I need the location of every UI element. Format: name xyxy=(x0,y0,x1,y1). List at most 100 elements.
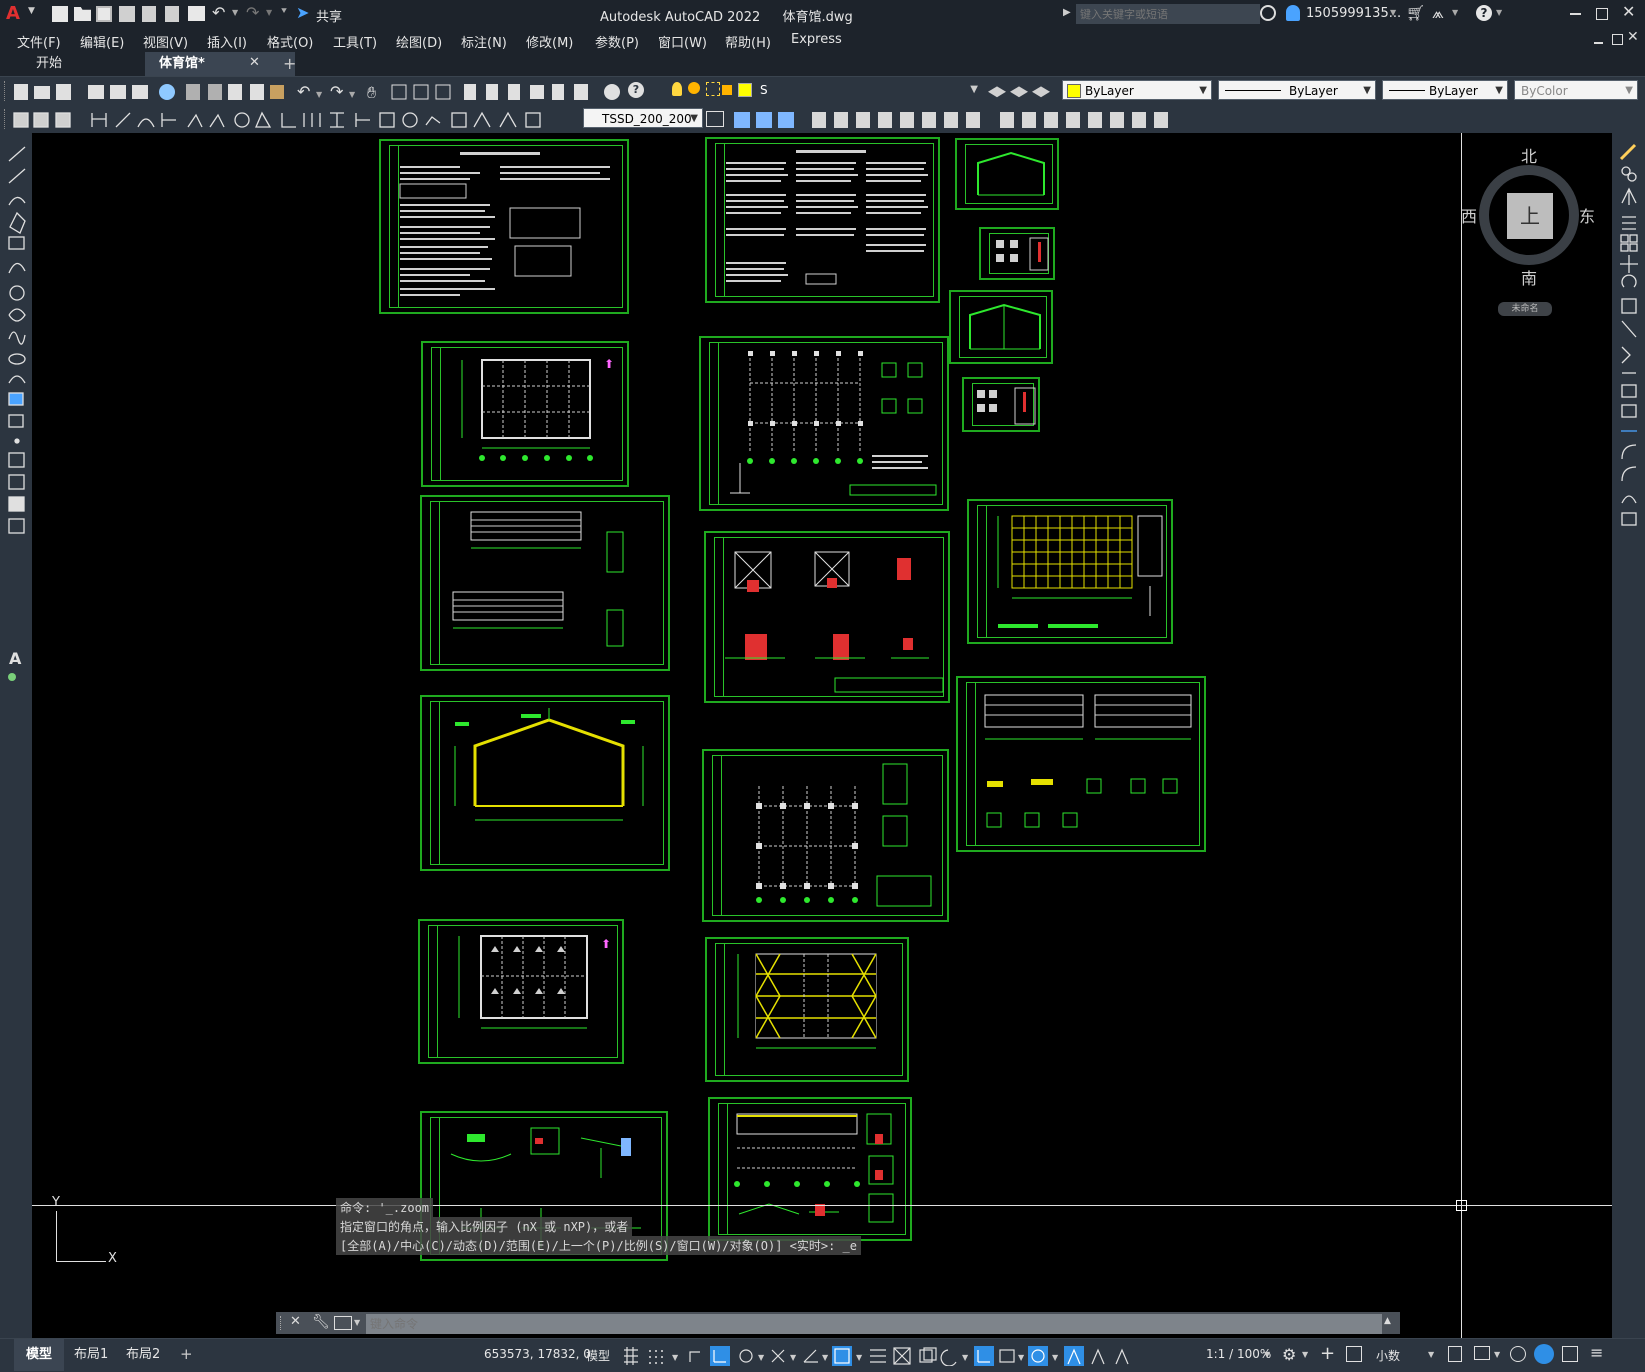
isolate-objects-icon[interactable] xyxy=(1510,1346,1526,1362)
make-current-layer-icon[interactable] xyxy=(1010,86,1028,98)
annotation-scale[interactable]: 1:1 / 100% xyxy=(1206,1347,1271,1361)
menu-express[interactable]: Express xyxy=(791,32,842,47)
dimstyle-manager-icon[interactable] xyxy=(706,111,724,127)
layer-previous-icon[interactable] xyxy=(1032,86,1050,98)
a360-dropdown-icon[interactable]: ▼ xyxy=(1452,8,1458,17)
help-toolbar-icon[interactable]: ? xyxy=(628,82,644,98)
viewcube-south[interactable]: 南 xyxy=(1521,265,1537,289)
lock-ui-icon[interactable] xyxy=(1474,1346,1490,1360)
layout-tab-layout2[interactable]: 布局2 xyxy=(114,1339,172,1371)
cart-icon[interactable]: 🛒︎ xyxy=(1406,4,1425,22)
customize-status-icon[interactable]: ≡ xyxy=(1590,1343,1603,1362)
doc-restore-icon[interactable] xyxy=(1612,34,1623,45)
command-input[interactable] xyxy=(366,1314,1382,1334)
redo-icon[interactable]: ↷ xyxy=(246,3,259,22)
user-icon[interactable] xyxy=(1286,5,1300,21)
annotation-scale-chevron-icon[interactable]: ▼ xyxy=(1264,1350,1270,1359)
redo-dropdown-icon[interactable]: ▼ xyxy=(266,8,272,17)
search-input[interactable] xyxy=(1076,4,1260,24)
standard-toolbar-icons[interactable]: ↶ ▼ ↷ ▼ ✋︎ xyxy=(12,81,672,103)
undo-icon[interactable]: ↶ xyxy=(212,3,225,22)
menu-format[interactable]: 格式(O) xyxy=(267,32,313,51)
drafting-aids-icons[interactable]: ▼ ▼ ▼ ▼ ▼ ▼ ▼ ▼ xyxy=(622,1346,1182,1366)
command-close-icon[interactable]: ✕ xyxy=(290,1314,301,1329)
viewcube-face[interactable]: 上 xyxy=(1507,193,1553,239)
tab-active-drawing[interactable]: 体育馆* xyxy=(145,52,295,76)
menu-parametric[interactable]: 参数(P) xyxy=(595,32,639,51)
viewcube-west[interactable]: 西 xyxy=(1461,203,1477,227)
menu-edit[interactable]: 编辑(E) xyxy=(80,32,124,51)
plotstyle-dropdown[interactable]: ByColor ▼ xyxy=(1514,80,1638,100)
customize-qat-icon[interactable]: ⯆ xyxy=(280,6,288,17)
maximize-icon[interactable] xyxy=(1596,8,1608,20)
save-as-icon[interactable] xyxy=(119,6,135,22)
share-icon[interactable]: ➤ xyxy=(296,3,309,22)
plot-icon[interactable] xyxy=(188,6,205,21)
user-dropdown-icon[interactable]: ▼ xyxy=(1390,8,1396,17)
autodesk-a360-icon[interactable]: ⩕ xyxy=(1432,4,1444,22)
menu-view[interactable]: 视图(V) xyxy=(143,32,188,51)
workspace-gear-icon[interactable]: ⚙ xyxy=(1282,1345,1296,1364)
text-tool-icon[interactable]: A xyxy=(9,649,21,668)
command-customize-icon[interactable]: 🔧︎ xyxy=(312,1314,330,1330)
undo-dropdown-icon[interactable]: ▼ xyxy=(232,8,238,17)
modify-toolbar-icons[interactable] xyxy=(730,109,1210,131)
model-space-canvas[interactable]: ⬆ ⬆ 上 北 南 西 东 未命名 Y X 命令: '_.zoom 指定窗口的角… xyxy=(32,133,1612,1338)
add-layout-button[interactable]: + xyxy=(180,1345,193,1363)
layout-tab-layout1[interactable]: 布局1 xyxy=(62,1339,120,1371)
model-space-toggle[interactable]: 模型 xyxy=(586,1347,610,1364)
save-web-icon[interactable] xyxy=(165,6,179,22)
linetype-dropdown[interactable]: ByLayer ▼ xyxy=(1218,80,1376,100)
viewcube[interactable]: 上 北 南 西 东 xyxy=(1457,143,1607,293)
layer-sun-icon[interactable] xyxy=(688,82,700,94)
viewcube-east[interactable]: 东 xyxy=(1579,203,1595,227)
tab-start[interactable]: 开始 xyxy=(22,52,160,76)
new-file-icon[interactable] xyxy=(52,6,68,22)
menu-window[interactable]: 窗口(W) xyxy=(658,32,707,51)
units-readout[interactable]: 小数 xyxy=(1376,1347,1400,1364)
layer-lock-icon[interactable] xyxy=(722,85,732,95)
menu-modify[interactable]: 修改(M) xyxy=(526,32,573,51)
color-dropdown[interactable]: ByLayer ▼ xyxy=(1062,80,1212,100)
hardware-accel-icon[interactable] xyxy=(1534,1344,1554,1364)
layout-tab-model[interactable]: 模型 xyxy=(14,1339,65,1371)
command-recent-icon[interactable] xyxy=(334,1316,352,1330)
lineweight-dropdown[interactable]: ByLayer ▼ xyxy=(1382,80,1508,100)
menu-dimension[interactable]: 标注(N) xyxy=(461,32,507,51)
search-expand-icon[interactable]: ▶ xyxy=(1063,7,1071,18)
doc-minimize-icon[interactable] xyxy=(1594,42,1603,44)
dimstyle-dropdown[interactable]: TSSD_200_200 ▼ xyxy=(583,108,703,128)
coordinates-readout[interactable]: 653573, 17832, 0 xyxy=(484,1347,591,1361)
help-dropdown-icon[interactable]: ▼ xyxy=(1496,8,1502,17)
wcs-menu[interactable]: 未命名 xyxy=(1498,302,1552,316)
app-menu-chevron-icon[interactable]: ▼ xyxy=(28,6,35,16)
share-button[interactable]: 共享 xyxy=(316,6,342,25)
lock-ui-chevron-icon[interactable]: ▼ xyxy=(1494,1350,1500,1359)
clean-screen-icon[interactable] xyxy=(1562,1346,1578,1362)
search-icon[interactable] xyxy=(1260,5,1276,21)
autocad-logo-icon[interactable]: A xyxy=(6,4,26,24)
open-web-icon[interactable] xyxy=(142,6,156,22)
annotation-monitor-icon[interactable]: + xyxy=(1320,1343,1335,1364)
open-file-icon[interactable] xyxy=(74,7,91,21)
menu-help[interactable]: 帮助(H) xyxy=(725,32,771,51)
minimize-icon[interactable] xyxy=(1570,13,1581,15)
dimension-toolbar-icons[interactable] xyxy=(12,109,577,131)
menu-insert[interactable]: 插入(I) xyxy=(207,32,247,51)
workspace-chevron-icon[interactable]: ▼ xyxy=(1302,1350,1308,1359)
help-icon[interactable]: ? xyxy=(1476,5,1492,21)
viewcube-north[interactable]: 北 xyxy=(1521,143,1537,167)
draw-toolbar-icons[interactable] xyxy=(6,143,28,613)
units-icon[interactable] xyxy=(1346,1346,1362,1362)
command-expand-icon[interactable]: ▲ xyxy=(1384,1316,1391,1326)
tab-close-icon[interactable]: ✕ xyxy=(249,55,260,70)
layer-vp-icon[interactable] xyxy=(706,82,720,96)
new-tab-button[interactable]: + xyxy=(283,54,296,73)
layer-dropdown[interactable]: S ▼ xyxy=(754,80,982,100)
user-name[interactable]: 1505999135... xyxy=(1306,6,1401,21)
layer-properties-icon[interactable] xyxy=(988,86,1006,98)
menu-tools[interactable]: 工具(T) xyxy=(333,32,377,51)
menu-draw[interactable]: 绘图(D) xyxy=(396,32,442,51)
modify-side-icons[interactable] xyxy=(1618,141,1640,661)
quick-properties-icon[interactable] xyxy=(1448,1346,1462,1362)
